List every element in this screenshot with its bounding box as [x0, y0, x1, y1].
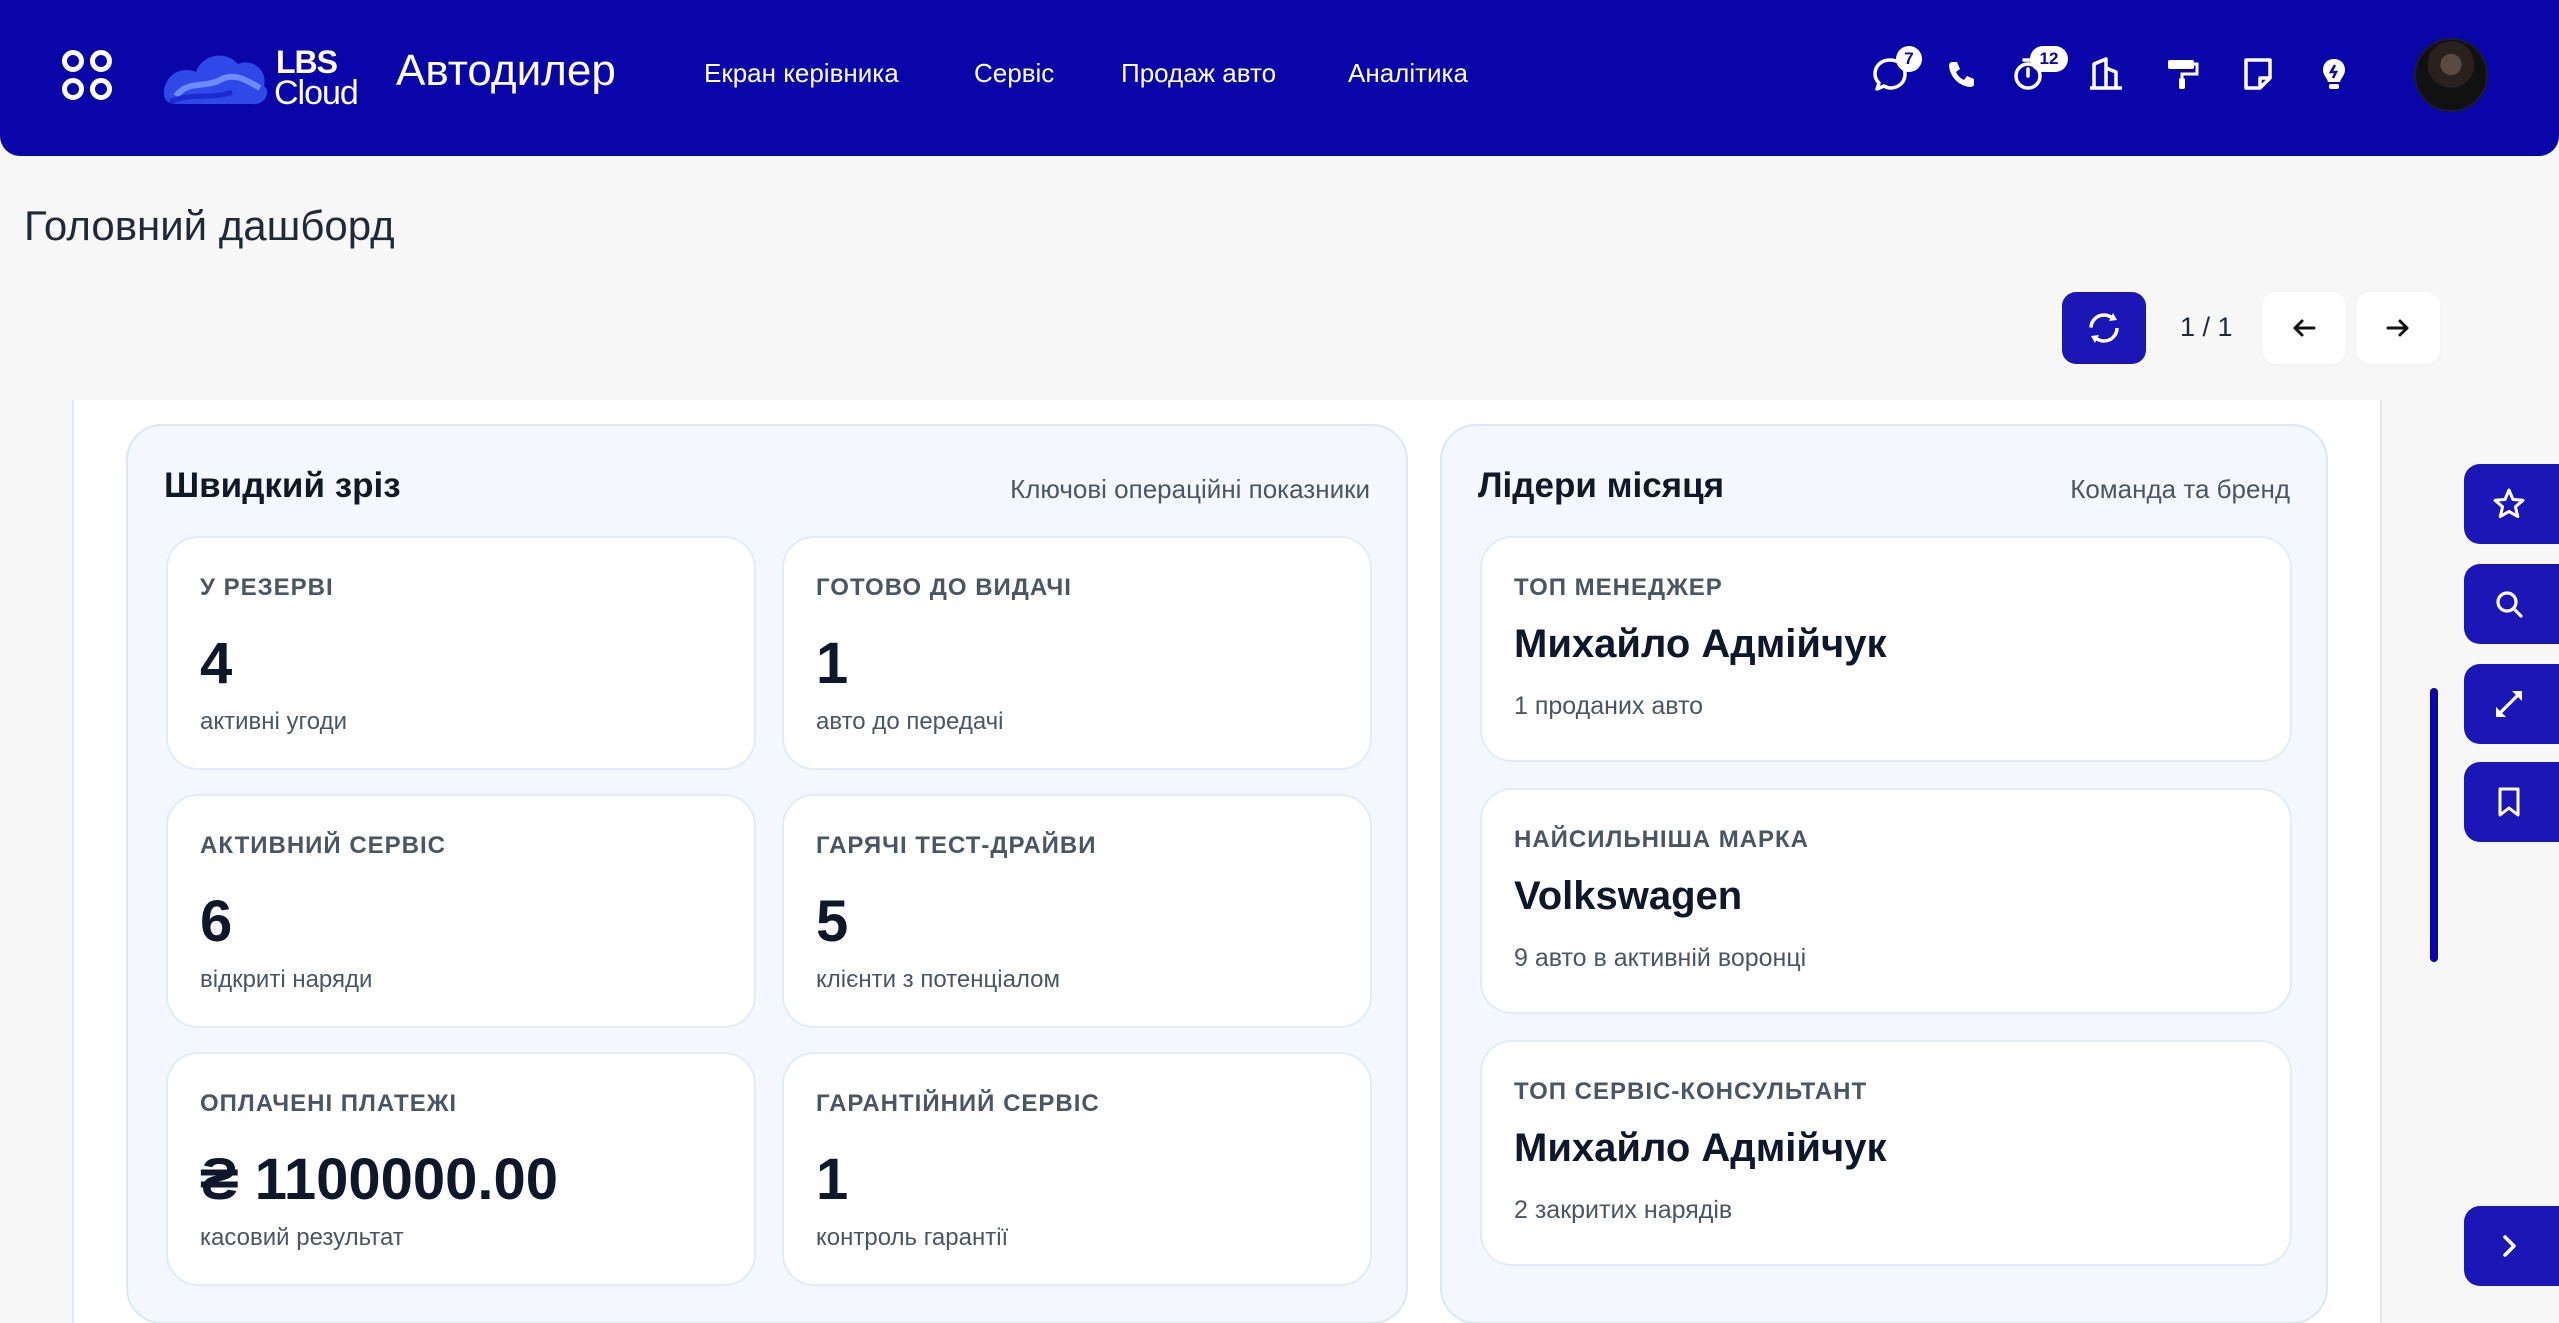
refresh-icon [2089, 313, 2119, 343]
leader-desc: 2 закритих нарядів [1514, 1196, 1733, 1224]
nav-car-sales[interactable]: Продаж авто [1121, 58, 1276, 89]
cloud-logo-icon [164, 55, 268, 105]
arrow-left-icon [2293, 319, 2316, 337]
metric-desc: авто до передачі [816, 708, 1004, 735]
leader-desc: 1 проданих авто [1514, 692, 1704, 720]
metric-value: 4 [200, 631, 233, 696]
leader-value: Volkswagen [1514, 874, 1743, 918]
bookmark-icon [2498, 787, 2520, 817]
metric-card-test-drives[interactable]: ГАРЯЧІ ТЕСТ-ДРАЙВИ 5 клієнти з потенціал… [782, 794, 1372, 1028]
leader-label: ТОП СЕРВІС-КОНСУЛЬТАНТ [1514, 1078, 1868, 1105]
page-title: Головний дашборд [24, 202, 395, 249]
note-icon[interactable] [2238, 54, 2278, 94]
next-page-button[interactable] [2356, 292, 2440, 364]
metric-value: 1 [816, 631, 849, 696]
nav-analytics[interactable]: Аналітика [1348, 58, 1468, 89]
bookmark-button[interactable] [2464, 762, 2559, 842]
apps-grid-icon[interactable] [62, 50, 116, 104]
metric-value: ₴ 1100000.00 [200, 1147, 559, 1212]
metric-card-paid-payments[interactable]: ОПЛАЧЕНІ ПЛАТЕЖІ ₴ 1100000.00 касовий ре… [166, 1052, 756, 1286]
chevron-right-icon [2503, 1235, 2516, 1257]
metric-label: У РЕЗЕРВІ [200, 574, 334, 601]
nav-service[interactable]: Сервіс [974, 58, 1054, 89]
expand-sidebar-button[interactable] [2464, 1206, 2559, 1286]
metric-desc: відкриті наряди [200, 966, 373, 993]
star-icon [2493, 488, 2525, 519]
metric-label: ГОТОВО ДО ВИДАЧІ [816, 574, 1072, 601]
leader-label: НАЙСИЛЬНІША МАРКА [1514, 826, 1810, 853]
leader-value: Михайло Адмійчук [1514, 622, 1887, 666]
prev-page-button[interactable] [2262, 292, 2346, 364]
quick-snapshot-subtitle: Ключові операційні показники [1010, 474, 1370, 504]
leaders-title: Лідери місяця [1478, 466, 1725, 505]
metric-card-warranty[interactable]: ГАРАНТІЙНИЙ СЕРВІС 1 контроль гарантії [782, 1052, 1372, 1286]
metric-value: 1 [816, 1147, 849, 1212]
metric-card-ready[interactable]: ГОТОВО ДО ВИДАЧІ 1 авто до передачі [782, 536, 1372, 770]
leaders-subtitle: Команда та бренд [2070, 474, 2290, 504]
metric-value: 5 [816, 889, 849, 954]
search-icon [2496, 591, 2523, 618]
nav-manager-screen[interactable]: Екран керівника [704, 58, 899, 89]
metric-desc: контроль гарантії [816, 1224, 1009, 1251]
app-title: Автодилер [396, 46, 616, 95]
metric-label: ОПЛАЧЕНІ ПЛАТЕЖІ [200, 1090, 458, 1117]
arrow-right-icon [2386, 319, 2409, 337]
quick-snapshot-title: Швидкий зріз [164, 466, 401, 505]
metric-label: ГАРАНТІЙНИЙ СЕРВІС [816, 1090, 1100, 1117]
timer-badge: 12 [2030, 46, 2068, 72]
metric-card-reserve[interactable]: У РЕЗЕРВІ 4 активні угоди [166, 536, 756, 770]
user-avatar[interactable] [2414, 38, 2488, 112]
top-header: LBS Cloud Автодилер Екран керівника Серв… [0, 0, 2559, 156]
chat-badge: 7 [1896, 46, 1922, 72]
leader-desc: 9 авто в активній воронці [1514, 944, 1807, 972]
expand-button[interactable] [2464, 664, 2559, 744]
metric-desc: активні угоди [200, 708, 347, 735]
logo-text-cloud: Cloud [274, 74, 359, 112]
leader-card-strongest-brand[interactable]: НАЙСИЛЬНІША МАРКА Volkswagen 9 авто в ак… [1480, 788, 2292, 1014]
leaders-panel: Лідери місяця Команда та бренд ТОП МЕНЕД… [1440, 424, 2328, 1323]
metric-label: ГАРЯЧІ ТЕСТ-ДРАЙВИ [816, 832, 1097, 859]
leader-label: ТОП МЕНЕДЖЕР [1514, 574, 1723, 601]
dashboard-scrollbar[interactable] [2430, 688, 2438, 962]
quick-snapshot-panel: Швидкий зріз Ключові операційні показник… [126, 424, 1408, 1323]
paint-roller-icon[interactable] [2162, 54, 2202, 94]
metric-desc: касовий результат [200, 1224, 404, 1251]
page-counter: 1 / 1 [2180, 312, 2233, 342]
expand-icon [2496, 691, 2522, 717]
refresh-button[interactable] [2062, 292, 2146, 364]
search-button[interactable] [2464, 564, 2559, 644]
lbs-cloud-logo[interactable]: LBS Cloud [160, 40, 370, 114]
leader-card-top-manager[interactable]: ТОП МЕНЕДЖЕР Михайло Адмійчук 1 проданих… [1480, 536, 2292, 762]
favorite-button[interactable] [2464, 464, 2559, 544]
phone-icon[interactable] [1942, 54, 1982, 94]
metric-value: 6 [200, 889, 233, 954]
metric-label: АКТИВНИЙ СЕРВІС [200, 832, 446, 859]
lightbulb-icon[interactable] [2314, 54, 2354, 94]
bank-icon[interactable] [2086, 54, 2126, 94]
metric-desc: клієнти з потенціалом [816, 966, 1061, 993]
leader-card-top-consultant[interactable]: ТОП СЕРВІС-КОНСУЛЬТАНТ Михайло Адмійчук … [1480, 1040, 2292, 1266]
leader-value: Михайло Адмійчук [1514, 1126, 1887, 1170]
metric-card-active-service[interactable]: АКТИВНИЙ СЕРВІС 6 відкриті наряди [166, 794, 756, 1028]
